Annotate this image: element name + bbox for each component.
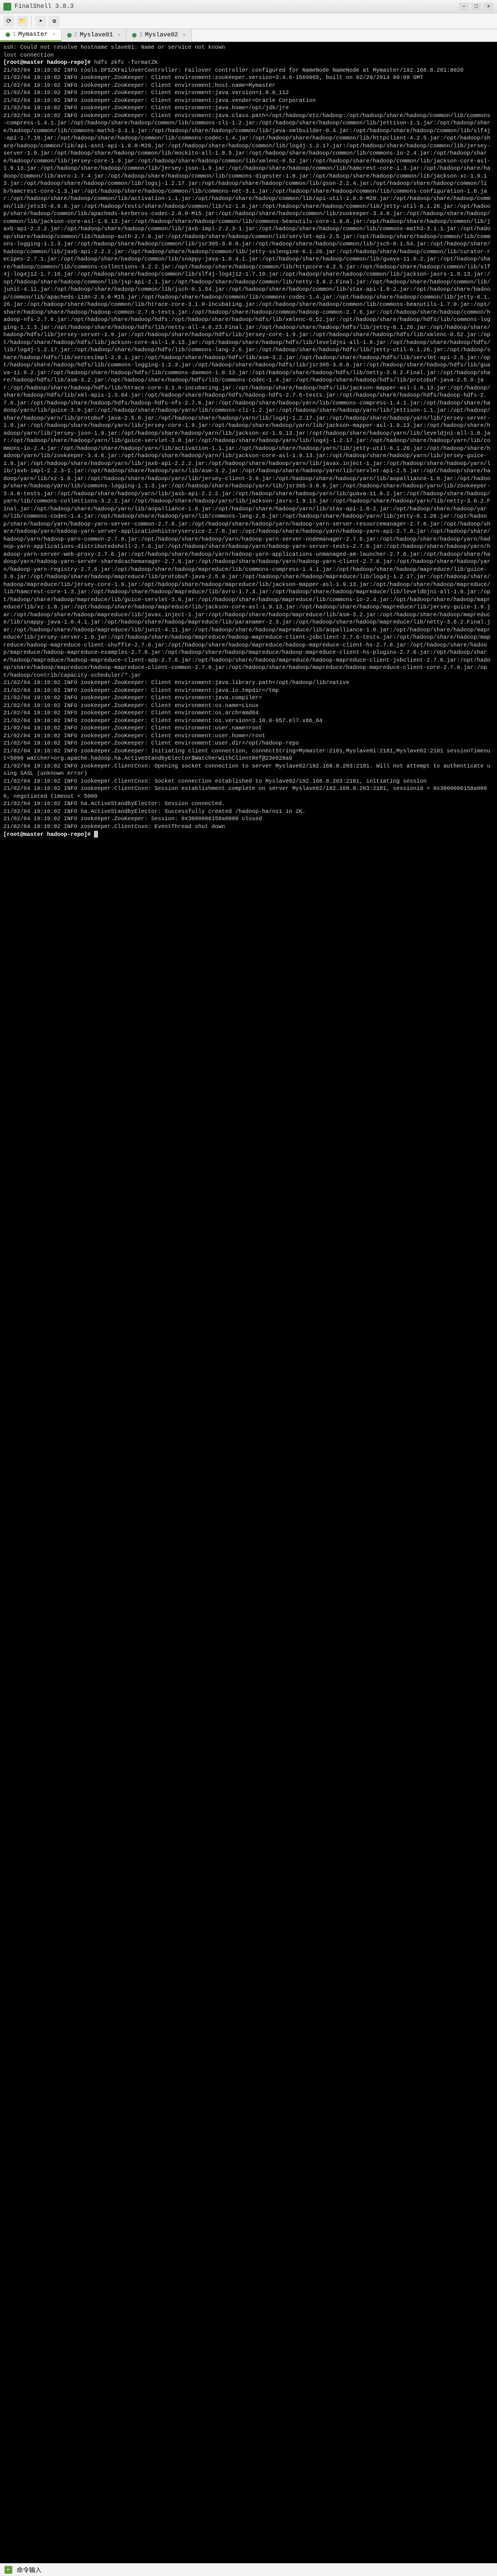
status-arrow-icon[interactable]: ▸ [4, 2566, 12, 2574]
tab-number: 2 [74, 32, 78, 39]
titlebar: FinalShell 3.8.3 − □ × [0, 0, 497, 13]
terminal-output[interactable]: ssh: Could not resolve hostname slave01:… [0, 42, 497, 2563]
tab-close-icon[interactable]: × [118, 32, 120, 38]
tab-bar: 1 Mymaster × 2 Myslave01 × 3 Myslave02 × [0, 29, 497, 42]
tab-myslave02[interactable]: 3 Myslave02 × [126, 29, 191, 41]
tab-close-icon[interactable]: × [182, 32, 185, 38]
status-label: 命令输入 [17, 2565, 41, 2574]
tab-number: 3 [139, 32, 143, 39]
settings-icon[interactable]: ⚙ [49, 16, 60, 27]
tab-label: Mymaster [18, 31, 48, 38]
tab-label: Myslave02 [145, 32, 178, 39]
toolbar: ⟳ 📁 ➤ ⚙ [0, 13, 497, 29]
app-title: FinalShell 3.8.3 [15, 3, 459, 10]
folder-icon[interactable]: 📁 [17, 16, 28, 27]
close-button[interactable]: × [484, 3, 494, 11]
tab-close-icon[interactable]: × [52, 32, 55, 38]
app-icon [3, 3, 11, 11]
status-dot-icon [132, 33, 137, 38]
arrow-icon[interactable]: ➤ [35, 16, 46, 27]
tab-label: Myslave01 [79, 32, 112, 39]
maximize-button[interactable]: □ [471, 3, 481, 11]
status-dot-icon [67, 33, 72, 38]
statusbar: ▸ 命令输入 [0, 2563, 497, 2575]
tab-myslave01[interactable]: 2 Myslave01 × [62, 29, 126, 41]
tab-mymaster[interactable]: 1 Mymaster × [0, 29, 62, 41]
separator [31, 16, 32, 26]
status-dot-icon [6, 32, 10, 37]
tab-number: 1 [12, 31, 16, 38]
sync-icon[interactable]: ⟳ [3, 16, 15, 27]
window-controls: − □ × [459, 3, 494, 11]
minimize-button[interactable]: − [459, 3, 469, 11]
